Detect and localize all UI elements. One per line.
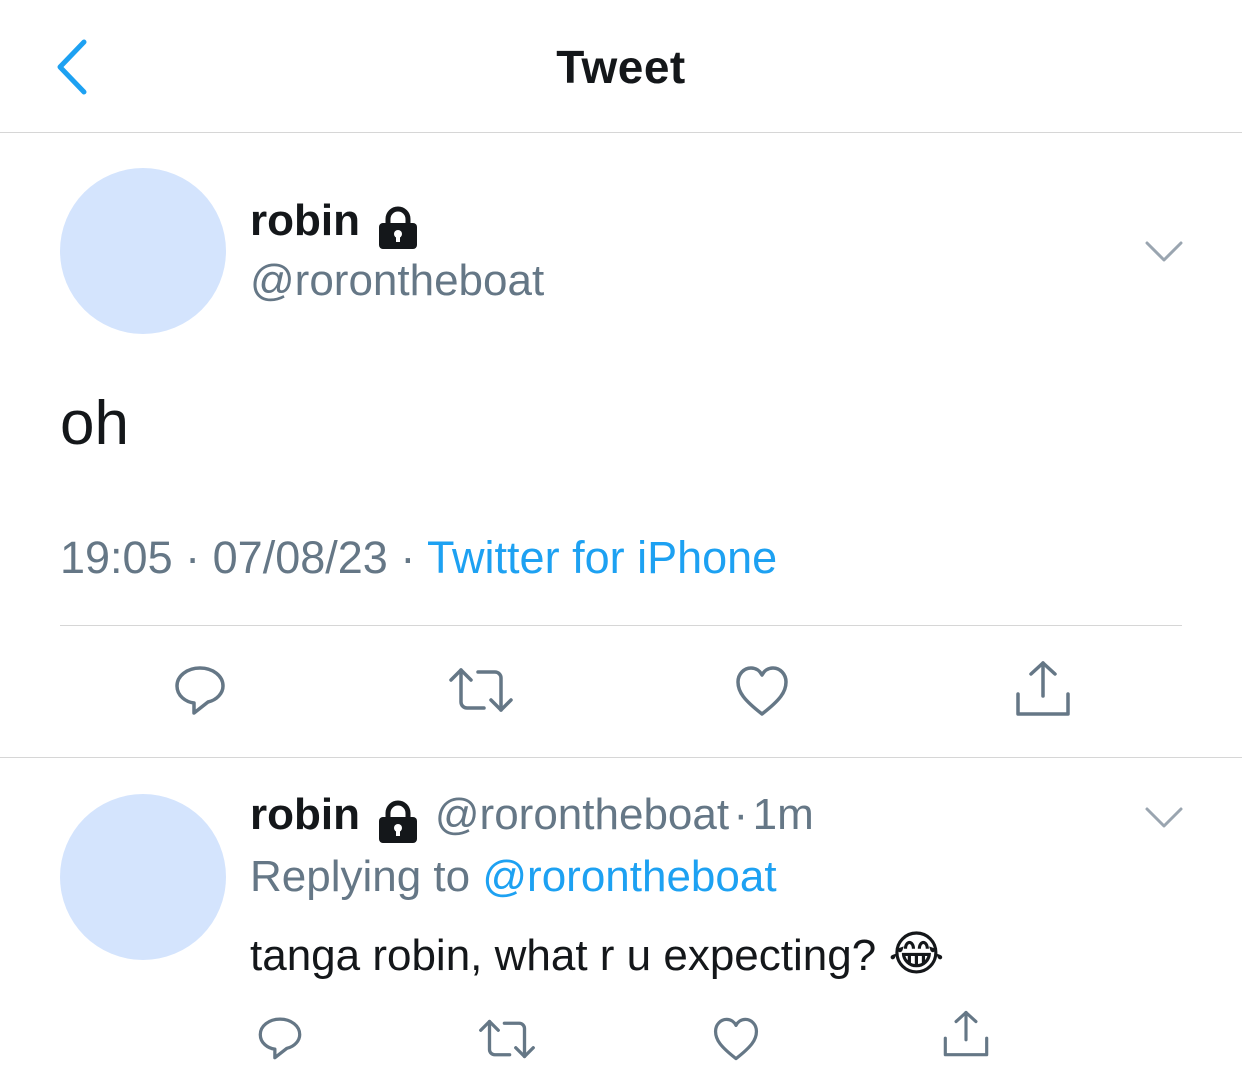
- retweet-button[interactable]: [448, 666, 514, 719]
- avatar[interactable]: [60, 168, 226, 334]
- reply-like-button[interactable]: [712, 1016, 760, 1067]
- like-button[interactable]: [734, 664, 790, 723]
- meta-separator: ·: [400, 532, 416, 583]
- divider: [0, 757, 1242, 758]
- tweet-time: 19:05: [60, 532, 173, 583]
- more-options-button[interactable]: [1144, 240, 1184, 264]
- replying-to-label: Replying to: [250, 852, 471, 901]
- tweet-source-link[interactable]: Twitter for iPhone: [427, 532, 777, 583]
- chevron-down-icon: [1145, 807, 1183, 828]
- share-button[interactable]: [1014, 660, 1072, 723]
- reply-text-row: tanga robin, what r u expecting? 😂: [250, 926, 945, 982]
- heart-icon: [736, 666, 788, 716]
- replying-to: Replying to @rorontheboat: [250, 852, 777, 902]
- reply-avatar[interactable]: [60, 794, 226, 960]
- share-icon: [1016, 661, 1070, 716]
- lock-icon: [376, 206, 420, 255]
- reply-age: 1m: [752, 790, 814, 839]
- share-icon: [943, 1010, 989, 1057]
- reply-icon: [258, 1017, 302, 1060]
- reply-author-name[interactable]: robin: [250, 790, 360, 839]
- replying-to-handle[interactable]: @rorontheboat: [482, 852, 776, 901]
- reply-icon: [175, 666, 225, 715]
- reply-author-handle[interactable]: @rorontheboat: [435, 790, 729, 839]
- reply-text: tanga robin, what r u expecting?: [250, 931, 877, 980]
- retweet-icon: [449, 668, 513, 712]
- retweet-icon: [479, 1019, 535, 1059]
- heart-icon: [713, 1017, 759, 1061]
- reply-share-button[interactable]: [942, 1010, 990, 1063]
- reply-button[interactable]: [172, 662, 228, 723]
- tweet-text: oh: [60, 389, 129, 458]
- reply-more-options-button[interactable]: [1144, 806, 1184, 830]
- page-title: Tweet: [556, 41, 686, 93]
- laughing-emoji: 😂: [888, 928, 945, 981]
- meta-separator: ·: [185, 532, 201, 583]
- tweet-meta: 19:05 · 07/08/23 · Twitter for iPhone: [60, 532, 777, 584]
- tweet-date: 07/08/23: [212, 532, 388, 583]
- reply-retweet-button[interactable]: [478, 1018, 536, 1065]
- nav-header: Tweet: [0, 0, 1242, 133]
- chevron-down-icon: [1145, 241, 1183, 262]
- divider: [60, 625, 1182, 626]
- lock-icon: [376, 800, 420, 849]
- meta-separator: ·: [733, 790, 749, 839]
- author-row: robin: [250, 196, 420, 255]
- reply-author-row: robin @rorontheboat · 1m: [250, 790, 814, 849]
- author-name[interactable]: robin: [250, 196, 360, 245]
- author-handle[interactable]: @rorontheboat: [250, 256, 544, 306]
- reply-reply-button[interactable]: [256, 1014, 304, 1067]
